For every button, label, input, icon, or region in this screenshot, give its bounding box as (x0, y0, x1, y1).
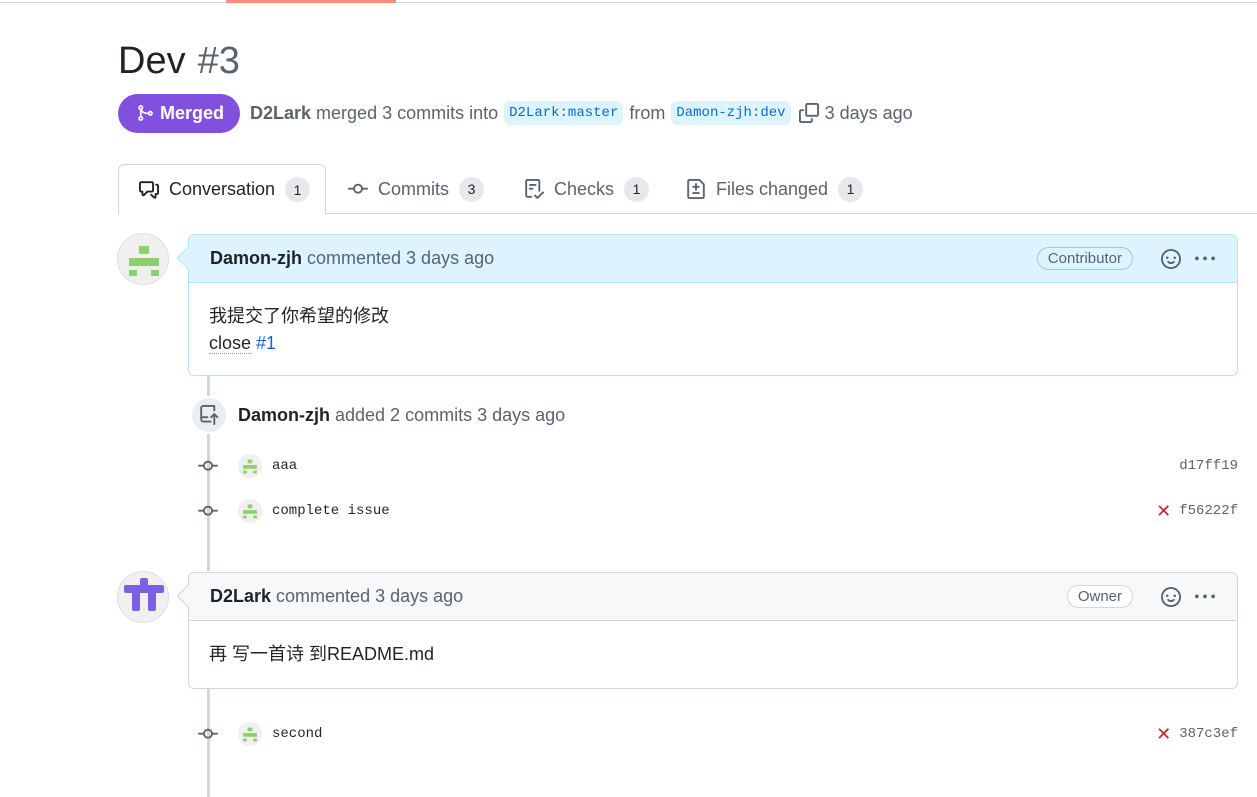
timeline-event: Damon-zjh added 2 commits 3 days ago (190, 396, 565, 434)
comment: Damon-zjh commented 3 days ago Contribut… (176, 234, 1238, 377)
avatar[interactable] (238, 454, 262, 478)
smiley-icon[interactable] (1161, 586, 1181, 607)
pr-meta: Merged D2Lark merged 3 commits into D2La… (118, 93, 913, 133)
commit-sha[interactable]: f56222f (1179, 503, 1238, 519)
avatar[interactable] (117, 233, 169, 285)
event-text: added 2 commits 3 days ago (335, 404, 566, 425)
pr-number: #3 (197, 40, 240, 82)
commit-row: second ✕ 387c3ef (198, 719, 1238, 749)
avatar[interactable] (117, 571, 169, 623)
tab-conversation-label: Conversation (169, 179, 276, 199)
page-title: Dev #3 (118, 38, 240, 84)
avatar[interactable] (238, 722, 262, 746)
repo-push-icon (190, 396, 228, 434)
kebab-horizontal-icon[interactable] (1193, 587, 1217, 607)
commit-row: complete issue ✕ f56222f (198, 496, 1238, 526)
commit-sha[interactable]: 387c3ef (1179, 726, 1238, 742)
commit-message[interactable]: second (272, 726, 322, 742)
avatar[interactable] (238, 499, 262, 523)
pr-tabs: Conversation 1 Commits 3 Checks 1 Files … (0, 164, 1257, 215)
kebab-horizontal-icon[interactable] (1193, 249, 1217, 269)
commit-sha[interactable]: d17ff19 (1179, 458, 1238, 474)
comment-author[interactable]: Damon-zjh (210, 248, 302, 269)
comment-author[interactable]: D2Lark (210, 586, 271, 607)
from-text: from (629, 102, 666, 123)
x-icon[interactable]: ✕ (1156, 501, 1171, 522)
base-branch-label[interactable]: D2Lark:master (504, 101, 624, 125)
top-nav-border (0, 0, 1257, 3)
active-nav-underline (226, 0, 396, 3)
role-badge: Owner (1066, 585, 1133, 608)
merged-state-badge: Merged (118, 93, 241, 133)
comment-body: 我提交了你希望的修改 close #1 (189, 283, 1237, 377)
comment: D2Lark commented 3 days ago Owner 再 写一首诗… (176, 572, 1238, 689)
comment-text: 再 写一首诗 到README.md (209, 644, 435, 664)
tab-commits-label: Commits (378, 178, 449, 199)
event-author[interactable]: Damon-zjh (238, 405, 330, 426)
git-merge-icon (138, 105, 153, 121)
x-icon[interactable]: ✕ (1156, 724, 1171, 745)
comment-body: 再 写一首诗 到README.md (189, 621, 1237, 688)
tab-commits[interactable]: Commits 3 (348, 164, 484, 214)
git-commit-icon (198, 724, 218, 744)
comment-action: commented 3 days ago (307, 248, 495, 268)
checklist-icon (525, 179, 544, 199)
commit-message[interactable]: aaa (272, 458, 297, 474)
smiley-icon[interactable] (1161, 248, 1181, 269)
tab-conversation-count: 1 (285, 177, 311, 202)
tab-files-changed-label: Files changed (716, 178, 829, 199)
git-commit-icon (348, 183, 368, 194)
commit-row: aaa d17ff19 (198, 451, 1238, 481)
merge-time: 3 days ago (824, 102, 913, 123)
head-branch-label[interactable]: Damon-zjh:dev (671, 101, 791, 125)
pr-title: Dev (118, 40, 186, 82)
comment-text: 我提交了你希望的修改 (209, 306, 389, 326)
file-diff-icon (687, 179, 705, 199)
comment-header: D2Lark commented 3 days ago Owner (189, 573, 1237, 621)
role-badge: Contributor (1036, 247, 1133, 270)
tab-commits-count: 3 (459, 176, 484, 202)
close-keyword: close (209, 333, 252, 354)
copy-icon[interactable] (798, 103, 819, 123)
tab-checks[interactable]: Checks 1 (524, 164, 650, 214)
commit-message[interactable]: complete issue (272, 503, 390, 519)
tab-files-changed-count: 1 (838, 176, 864, 202)
merged-state-label: Merged (160, 102, 225, 123)
git-commit-icon (198, 456, 218, 476)
tab-conversation[interactable]: Conversation 1 (118, 164, 326, 215)
git-commit-icon (198, 501, 218, 521)
tab-files-changed[interactable]: Files changed 1 (686, 164, 864, 214)
merge-text: merged 3 commits into (316, 102, 499, 123)
comment-header: Damon-zjh commented 3 days ago Contribut… (189, 235, 1237, 283)
merger-link[interactable]: D2Lark (250, 103, 311, 124)
tab-checks-label: Checks (554, 178, 615, 199)
tab-checks-count: 1 (624, 176, 650, 202)
comment-discussion-icon (139, 180, 159, 199)
issue-link[interactable]: #1 (256, 333, 276, 353)
comment-action: commented 3 days ago (276, 586, 464, 606)
